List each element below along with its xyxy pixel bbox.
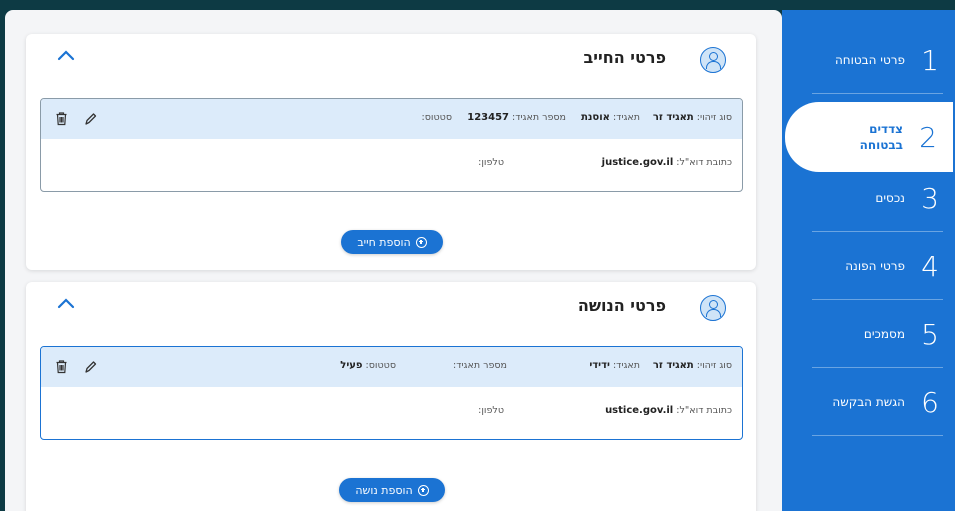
user-avatar-icon bbox=[700, 47, 726, 73]
phone-label: טלפון: bbox=[478, 157, 504, 168]
creditor-title: פרטי הנושה bbox=[577, 296, 666, 315]
id-type-label: סוג זיהוי: תאגיד זר bbox=[652, 360, 732, 371]
corp-num-label: מספר תאגיד: bbox=[453, 360, 507, 371]
status-label: סטטוס: פעיל bbox=[340, 360, 396, 371]
step-number: 3 bbox=[921, 181, 939, 215]
debtor-record-header: סוג זיהוי: תאגיד זר תאגיד: אוסנת מספר תא… bbox=[41, 99, 742, 139]
step-number: 4 bbox=[921, 249, 939, 283]
step-label: צדדים בבטוחה bbox=[859, 122, 903, 152]
corp-label: תאגיד: אוסנת bbox=[581, 112, 640, 123]
email-value: justice.gov.il bbox=[601, 157, 674, 168]
creditor-record-body: כתובת דוא"ל: ustice.gov.il טלפון: bbox=[41, 387, 742, 439]
debtor-record-body: כתובת דוא"ל: justice.gov.il טלפון: bbox=[41, 139, 742, 191]
corp-label: תאגיד: ידידי bbox=[589, 360, 640, 371]
step-number: 2 bbox=[919, 120, 937, 154]
user-avatar-icon bbox=[700, 295, 726, 321]
phone-label: טלפון: bbox=[478, 405, 504, 416]
corp-num-value: 123457 bbox=[467, 112, 510, 123]
email-value: ustice.gov.il bbox=[605, 405, 674, 416]
step-label: מסמכים bbox=[863, 327, 905, 341]
pencil-icon[interactable] bbox=[83, 111, 97, 127]
id-type-label: סוג זיהוי: תאגיד זר bbox=[652, 112, 732, 123]
corp-value: אוסנת bbox=[581, 112, 610, 123]
status-value: פעיל bbox=[340, 360, 363, 371]
corp-value: ידידי bbox=[589, 360, 610, 371]
step-4[interactable]: 4 פרטי הפונה bbox=[782, 232, 955, 300]
step-label: פרטי הבטוחה bbox=[834, 53, 905, 67]
creditor-record: סוג זיהוי: תאגיד זר תאגיד: ידידי מספר תא… bbox=[40, 346, 743, 440]
add-debtor-label: הוספת חייב bbox=[357, 235, 411, 249]
plus-circle-icon bbox=[417, 484, 429, 496]
id-type-value: תאגיד זר bbox=[652, 112, 694, 123]
step-divider bbox=[812, 93, 943, 94]
step-2[interactable]: 2 צדדים בבטוחה bbox=[785, 102, 953, 172]
debtor-title: פרטי החייב bbox=[583, 48, 666, 67]
stepper-sidebar: 1 פרטי הבטוחה 2 צדדים בבטוחה 3 נכסים 4 פ… bbox=[782, 10, 955, 511]
trash-icon[interactable] bbox=[55, 359, 68, 374]
step-6[interactable]: 6 הגשת הבקשה bbox=[782, 368, 955, 436]
status-label: סטטוס: bbox=[421, 112, 452, 123]
step-number: 5 bbox=[921, 317, 939, 351]
debtor-card: פרטי החייב סוג זיהוי: תאגיד זר תאגיד: או… bbox=[26, 34, 756, 270]
plus-circle-icon bbox=[415, 236, 427, 248]
creditor-card: פרטי הנושה סוג זיהוי: תאגיד זר תאגיד: יד… bbox=[26, 282, 756, 511]
trash-icon[interactable] bbox=[55, 111, 68, 126]
step-number: 1 bbox=[921, 43, 939, 77]
step-label: הגשת הבקשה bbox=[832, 395, 905, 409]
step-divider bbox=[812, 435, 943, 436]
chevron-up-icon[interactable] bbox=[56, 48, 76, 62]
step-1[interactable]: 1 פרטי הבטוחה bbox=[782, 26, 955, 94]
step-label: פרטי הפונה bbox=[845, 259, 905, 273]
top-bar bbox=[0, 0, 955, 10]
main-content: פרטי החייב סוג זיהוי: תאגיד זר תאגיד: או… bbox=[5, 10, 782, 511]
email-label: כתובת דוא"ל: ustice.gov.il bbox=[605, 405, 732, 416]
creditor-card-header: פרטי הנושה bbox=[26, 282, 756, 332]
add-creditor-button[interactable]: הוספת נושה bbox=[339, 478, 445, 502]
add-creditor-label: הוספת נושה bbox=[355, 483, 413, 497]
id-type-value: תאגיד זר bbox=[652, 360, 694, 371]
step-number: 6 bbox=[921, 385, 939, 419]
debtor-record: סוג זיהוי: תאגיד זר תאגיד: אוסנת מספר תא… bbox=[40, 98, 743, 192]
debtor-card-header: פרטי החייב bbox=[26, 34, 756, 84]
step-3[interactable]: 3 נכסים bbox=[782, 164, 955, 232]
chevron-up-icon[interactable] bbox=[56, 296, 76, 310]
step-label: נכסים bbox=[875, 191, 905, 205]
add-debtor-button[interactable]: הוספת חייב bbox=[341, 230, 443, 254]
step-5[interactable]: 5 מסמכים bbox=[782, 300, 955, 368]
pencil-icon[interactable] bbox=[83, 359, 97, 375]
email-label: כתובת דוא"ל: justice.gov.il bbox=[601, 157, 732, 168]
creditor-record-header: סוג זיהוי: תאגיד זר תאגיד: ידידי מספר תא… bbox=[41, 347, 742, 387]
corp-num-label: מספר תאגיד: 123457 bbox=[467, 112, 566, 123]
